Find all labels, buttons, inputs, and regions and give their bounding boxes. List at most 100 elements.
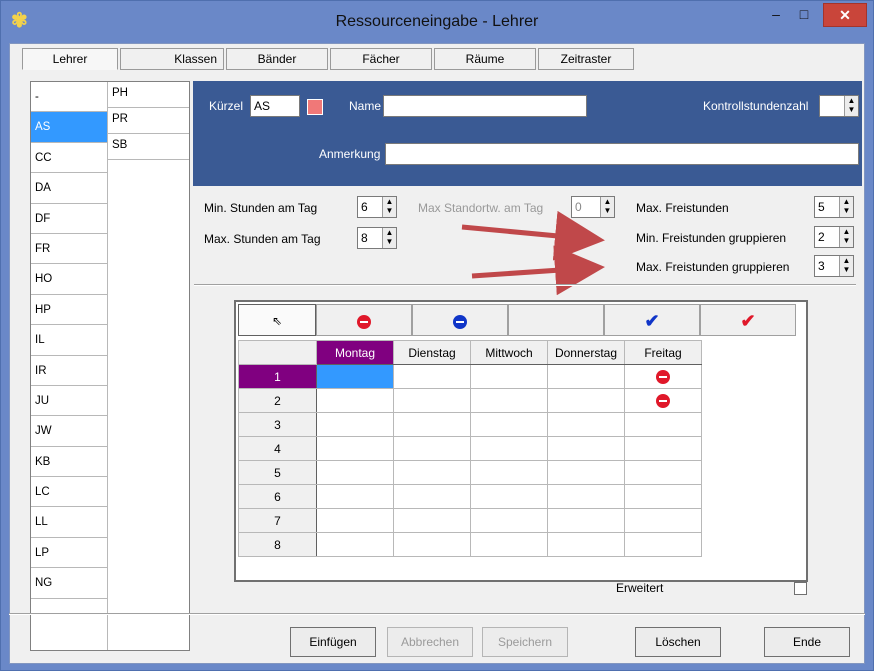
speichern-button[interactable]: Speichern — [482, 627, 568, 657]
tab-baender[interactable]: Bänder — [226, 48, 328, 70]
column-header-mittwoch[interactable]: Mittwoch — [470, 340, 548, 365]
tab-faecher[interactable]: Fächer — [330, 48, 432, 70]
timetable-cell[interactable] — [470, 412, 548, 437]
list-item[interactable]: DA — [31, 173, 107, 204]
tab-lehrer[interactable]: Lehrer — [22, 48, 118, 70]
timetable-cell[interactable] — [547, 436, 625, 461]
column-header-donnerstag[interactable]: Donnerstag — [547, 340, 625, 365]
list-item[interactable]: KB — [31, 447, 107, 478]
list-item-selected[interactable]: AS — [31, 112, 107, 143]
timetable-cell[interactable] — [470, 364, 548, 389]
timetable-cell[interactable] — [547, 364, 625, 389]
list-item[interactable]: LC — [31, 477, 107, 508]
max-freistunden-gruppieren-field[interactable]: 3 ▲ ▼ — [814, 255, 854, 277]
min-stunden-field[interactable]: 6 ▲ ▼ — [357, 196, 397, 218]
spinner-icon[interactable]: ▲ ▼ — [839, 256, 853, 276]
spinner-icon[interactable]: ▲ ▼ — [839, 197, 853, 217]
tab-raeume[interactable]: Räume — [434, 48, 536, 70]
timetable-cell[interactable] — [393, 436, 471, 461]
list-item[interactable]: NG — [31, 568, 107, 599]
row-header[interactable]: 4 — [238, 436, 317, 461]
list-item[interactable]: FR — [31, 234, 107, 265]
list-item[interactable]: IR — [31, 356, 107, 386]
tab-klassen[interactable]: Klassen — [120, 48, 224, 70]
timetable-cell[interactable] — [547, 532, 625, 557]
timetable-cell[interactable] — [393, 364, 471, 389]
timetable-cell[interactable] — [547, 484, 625, 509]
timetable-cell[interactable] — [316, 508, 394, 533]
list-item[interactable]: JU — [31, 386, 107, 417]
color-swatch[interactable] — [307, 99, 323, 115]
row-header[interactable]: 1 — [238, 364, 317, 389]
row-header[interactable]: 8 — [238, 532, 317, 557]
timetable-cell[interactable] — [547, 508, 625, 533]
timetable-cell[interactable] — [547, 412, 625, 437]
timetable-cell[interactable] — [393, 388, 471, 413]
list-item[interactable]: PH — [108, 82, 189, 108]
list-item[interactable]: JW — [31, 416, 107, 447]
timetable-cell[interactable] — [316, 364, 394, 389]
title-bar[interactable]: ✾ Ressourceneingabe - Lehrer – □ ✕ — [1, 1, 873, 43]
einfuegen-button[interactable]: Einfügen — [290, 627, 376, 657]
list-item[interactable]: CC — [31, 143, 107, 174]
timetable-cell[interactable] — [316, 436, 394, 461]
list-item[interactable]: SB — [108, 134, 189, 160]
timetable-cell[interactable] — [470, 508, 548, 533]
timetable-cell[interactable] — [624, 532, 702, 557]
timetable-cell[interactable] — [470, 388, 548, 413]
timetable-cell[interactable] — [316, 460, 394, 485]
row-header[interactable]: 3 — [238, 412, 317, 437]
timetable-cell[interactable] — [316, 484, 394, 509]
list-item[interactable]: LP — [31, 538, 107, 569]
minimize-button[interactable]: – — [763, 3, 789, 27]
list-item[interactable]: LL — [31, 507, 107, 538]
list-item[interactable]: IL — [31, 325, 107, 356]
red-block-icon[interactable] — [316, 304, 412, 336]
teacher-list[interactable]: - AS CC DA DF FR HO HP IL IR JU JW KB LC… — [30, 81, 190, 651]
column-header-montag[interactable]: Montag — [316, 340, 394, 365]
loeschen-button[interactable]: Löschen — [635, 627, 721, 657]
row-header[interactable]: 7 — [238, 508, 317, 533]
max-stunden-field[interactable]: 8 ▲ ▼ — [357, 227, 397, 249]
list-item[interactable]: PR — [108, 108, 189, 134]
spinner-icon[interactable]: ▲ ▼ — [382, 197, 396, 217]
kontrollstundenzahl-field[interactable]: ▲ ▼ — [819, 95, 859, 117]
kuerzel-field[interactable]: AS — [250, 95, 300, 117]
column-header-dienstag[interactable]: Dienstag — [393, 340, 471, 365]
row-header[interactable]: 2 — [238, 388, 317, 413]
timetable-cell[interactable] — [393, 412, 471, 437]
timetable-cell[interactable] — [547, 460, 625, 485]
timetable-cell[interactable] — [316, 412, 394, 437]
timetable-cell[interactable] — [624, 436, 702, 461]
timetable-cell[interactable] — [470, 436, 548, 461]
spinner-icon[interactable]: ▲ ▼ — [839, 227, 853, 247]
timetable-cell[interactable] — [470, 532, 548, 557]
pointer-icon[interactable]: ⇖ — [238, 304, 316, 336]
timetable-cell[interactable] — [393, 484, 471, 509]
timetable-cell[interactable] — [624, 460, 702, 485]
row-header[interactable]: 6 — [238, 484, 317, 509]
list-item[interactable]: HO — [31, 264, 107, 295]
red-check-icon[interactable]: ✔ — [700, 304, 796, 336]
timetable-cell[interactable] — [393, 508, 471, 533]
timetable-cell[interactable] — [393, 532, 471, 557]
timetable-cell[interactable] — [624, 484, 702, 509]
timetable-cell[interactable] — [470, 484, 548, 509]
timetable-cell[interactable] — [316, 532, 394, 557]
timetable-cell[interactable] — [624, 508, 702, 533]
list-item[interactable]: HP — [31, 295, 107, 326]
spinner-icon[interactable]: ▲ ▼ — [844, 96, 858, 116]
tab-zeitraster[interactable]: Zeitraster — [538, 48, 634, 70]
timetable-cell[interactable] — [316, 388, 394, 413]
list-item[interactable]: DF — [31, 204, 107, 234]
name-field[interactable] — [383, 95, 587, 117]
anmerkung-field[interactable] — [385, 143, 859, 165]
empty-tool-button[interactable] — [508, 304, 604, 336]
row-header[interactable]: 5 — [238, 460, 317, 485]
ende-button[interactable]: Ende — [764, 627, 850, 657]
maximize-button[interactable]: □ — [791, 3, 817, 27]
erweitert-checkbox[interactable] — [794, 582, 807, 595]
column-header-freitag[interactable]: Freitag — [624, 340, 702, 365]
min-freistunden-gruppieren-field[interactable]: 2 ▲ ▼ — [814, 226, 854, 248]
blue-check-icon[interactable]: ✔ — [604, 304, 700, 336]
